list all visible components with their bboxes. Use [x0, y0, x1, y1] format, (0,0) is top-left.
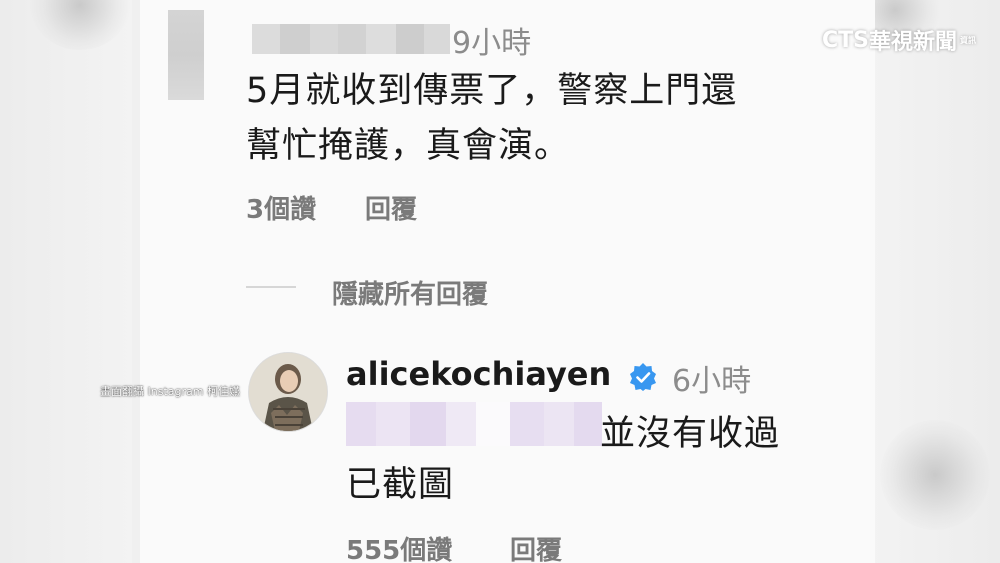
logo-brand: CTS — [821, 27, 869, 53]
comment-like-count[interactable]: 3個讚 — [246, 189, 316, 226]
cts-news-logo: CTS 華視新聞 資訊 — [821, 24, 976, 56]
replies-divider — [246, 286, 296, 288]
comment-reply-button[interactable]: 回覆 — [365, 189, 417, 226]
right-blur-margin — [850, 0, 1000, 563]
reply-text-line-1: 並沒有收過 — [600, 414, 781, 454]
reply-reply-button[interactable]: 回覆 — [510, 530, 562, 563]
blurred-username — [252, 24, 450, 54]
logo-sub: 資訊 — [960, 35, 976, 45]
video-frame: 9小時 5月就收到傳票了，警察上門還 幫忙掩護，真會演。 3個讚 回覆 隱藏所有… — [0, 0, 1000, 563]
image-credit-caption: 畫面翻攝 Instagram 柯佳嬿 — [100, 385, 240, 398]
comment-text-line-2: 幫忙掩護，真會演。 — [246, 126, 571, 166]
comment-timestamp: 9小時 — [452, 26, 532, 61]
reply-timestamp: 6小時 — [672, 364, 752, 399]
profile-avatar[interactable] — [248, 352, 328, 432]
left-blur-margin — [0, 0, 132, 563]
reply-like-count[interactable]: 555個讚 — [346, 530, 452, 563]
blurred-mention — [346, 402, 602, 446]
comment-text-line-1: 5月就收到傳票了，警察上門還 — [246, 71, 738, 111]
blur-spot — [880, 420, 990, 530]
avatar-image — [249, 353, 327, 431]
blurred-avatar — [168, 10, 204, 100]
reply-text-line-2: 已截圖 — [346, 465, 455, 505]
reply-username[interactable]: alicekochiayen — [346, 355, 611, 393]
verified-badge-icon — [630, 363, 656, 391]
hide-replies-button[interactable]: 隱藏所有回覆 — [332, 274, 488, 311]
blur-spot — [30, 0, 130, 50]
logo-name: 華視新聞 — [868, 30, 957, 55]
